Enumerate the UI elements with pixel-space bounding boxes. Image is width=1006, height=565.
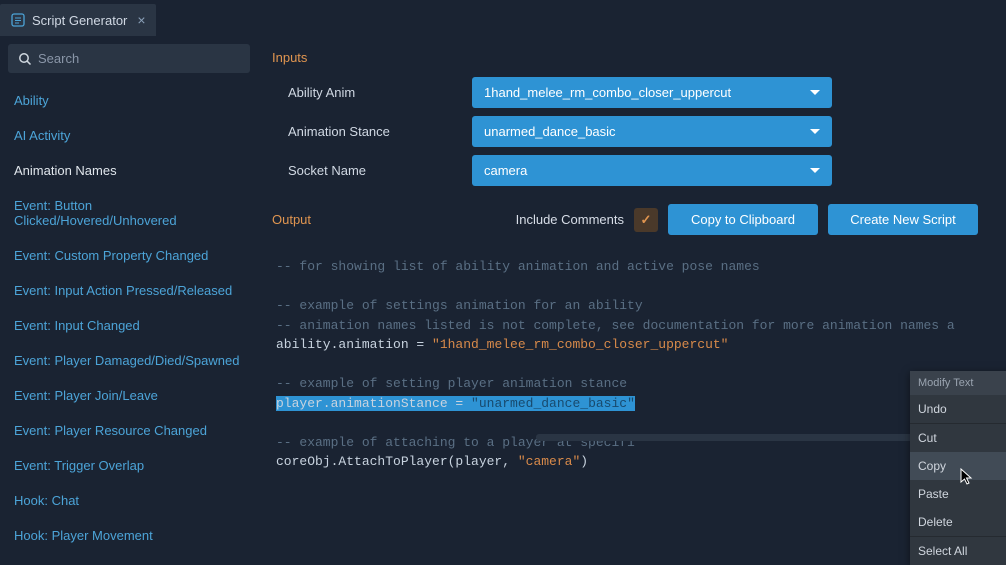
output-header-row: Output Include Comments ✓ Copy to Clipbo… — [272, 204, 1006, 235]
input-label: Animation Stance — [272, 124, 472, 139]
tab-script-generator[interactable]: Script Generator × — [0, 4, 156, 36]
ctx-label: Copy — [918, 459, 946, 473]
sidebar-item-animation-names[interactable]: Animation Names — [4, 153, 254, 188]
input-label: Ability Anim — [272, 85, 472, 100]
ctx-label: Undo — [918, 402, 947, 416]
tab-bar: Script Generator × — [0, 0, 1006, 36]
sidebar-item-event-input-changed[interactable]: Event: Input Changed — [4, 308, 254, 343]
dropdown-animation-stance[interactable]: unarmed_dance_basic — [472, 116, 832, 147]
include-comments-checkbox[interactable]: ✓ — [634, 208, 658, 232]
include-comments-label: Include Comments — [516, 212, 624, 227]
ctx-label: Paste — [918, 487, 949, 501]
context-menu-copy[interactable]: Copy Ctrl+C — [910, 452, 1006, 480]
create-new-script-button[interactable]: Create New Script — [828, 204, 978, 235]
sidebar-item-ability[interactable]: Ability — [4, 83, 254, 118]
code-token: "unarmed_dance_basic" — [471, 396, 635, 411]
context-menu-header: Modify Text — [910, 371, 1006, 395]
ctx-label: Delete — [918, 515, 953, 529]
chevron-down-icon — [810, 90, 820, 95]
sidebar-item-event-player-resource[interactable]: Event: Player Resource Changed — [4, 413, 254, 448]
search-input[interactable] — [8, 44, 250, 73]
content-panel: Inputs Ability Anim 1hand_melee_rm_combo… — [258, 36, 1006, 559]
dropdown-value: camera — [484, 163, 527, 178]
sidebar: Ability AI Activity Animation Names Even… — [0, 36, 258, 559]
dropdown-value: unarmed_dance_basic — [484, 124, 616, 139]
inputs-section-label: Inputs — [272, 50, 1006, 65]
code-line: -- example of setting player animation s… — [276, 376, 627, 391]
input-row-socket-name: Socket Name camera — [272, 155, 1006, 186]
code-token: "camera" — [518, 454, 580, 469]
ctx-label: Select All — [918, 544, 967, 558]
context-menu-undo[interactable]: Undo Ctrl+Z — [910, 395, 1006, 423]
sidebar-item-event-input-action[interactable]: Event: Input Action Pressed/Released — [4, 273, 254, 308]
main: Ability AI Activity Animation Names Even… — [0, 36, 1006, 559]
close-icon[interactable]: × — [137, 12, 145, 28]
sidebar-item-hook-chat[interactable]: Hook: Chat — [4, 483, 254, 518]
code-token: ) — [580, 454, 588, 469]
context-menu-select-all[interactable]: Select All Ctrl+A — [910, 537, 1006, 565]
context-menu: Modify Text Undo Ctrl+Z Cut Ctrl+X Copy … — [910, 371, 1006, 565]
code-token: player.animationStance = — [276, 396, 471, 411]
sidebar-item-hook-player-movement[interactable]: Hook: Player Movement — [4, 518, 254, 553]
dropdown-value: 1hand_melee_rm_combo_closer_uppercut — [484, 85, 731, 100]
sidebar-item-event-custom-property[interactable]: Event: Custom Property Changed — [4, 238, 254, 273]
tab-title: Script Generator — [32, 13, 127, 28]
sidebar-item-event-trigger-overlap[interactable]: Event: Trigger Overlap — [4, 448, 254, 483]
input-row-animation-stance: Animation Stance unarmed_dance_basic — [272, 116, 1006, 147]
chevron-down-icon — [810, 129, 820, 134]
input-row-ability-anim: Ability Anim 1hand_melee_rm_combo_closer… — [272, 77, 1006, 108]
ctx-label: Cut — [918, 431, 937, 445]
search-field[interactable] — [38, 51, 240, 66]
sidebar-item-event-player-join[interactable]: Event: Player Join/Leave — [4, 378, 254, 413]
code-selection: player.animationStance = "unarmed_dance_… — [276, 396, 635, 411]
context-menu-delete[interactable]: Delete Delete — [910, 508, 1006, 536]
script-icon — [10, 12, 26, 28]
sidebar-item-event-button[interactable]: Event: Button Clicked/Hovered/Unhovered — [4, 188, 254, 238]
code-line: -- animation names listed is not complet… — [276, 318, 955, 333]
context-menu-cut[interactable]: Cut Ctrl+X — [910, 424, 1006, 452]
output-section-label: Output — [272, 212, 311, 227]
context-menu-paste[interactable]: Paste Ctrl+V — [910, 480, 1006, 508]
code-token: ability.animation = — [276, 337, 432, 352]
code-line: -- example of settings animation for an … — [276, 298, 643, 313]
sidebar-item-event-player-damaged[interactable]: Event: Player Damaged/Died/Spawned — [4, 343, 254, 378]
dropdown-socket-name[interactable]: camera — [472, 155, 832, 186]
sidebar-item-ai-activity[interactable]: AI Activity — [4, 118, 254, 153]
dropdown-ability-anim[interactable]: 1hand_melee_rm_combo_closer_uppercut — [472, 77, 832, 108]
search-icon — [18, 52, 32, 66]
copy-to-clipboard-button[interactable]: Copy to Clipboard — [668, 204, 818, 235]
chevron-down-icon — [810, 168, 820, 173]
code-token: "1hand_melee_rm_combo_closer_uppercut" — [432, 337, 728, 352]
code-line: -- for showing list of ability animation… — [276, 259, 760, 274]
code-token: coreObj.AttachToPlayer(player, — [276, 454, 518, 469]
input-label: Socket Name — [272, 163, 472, 178]
